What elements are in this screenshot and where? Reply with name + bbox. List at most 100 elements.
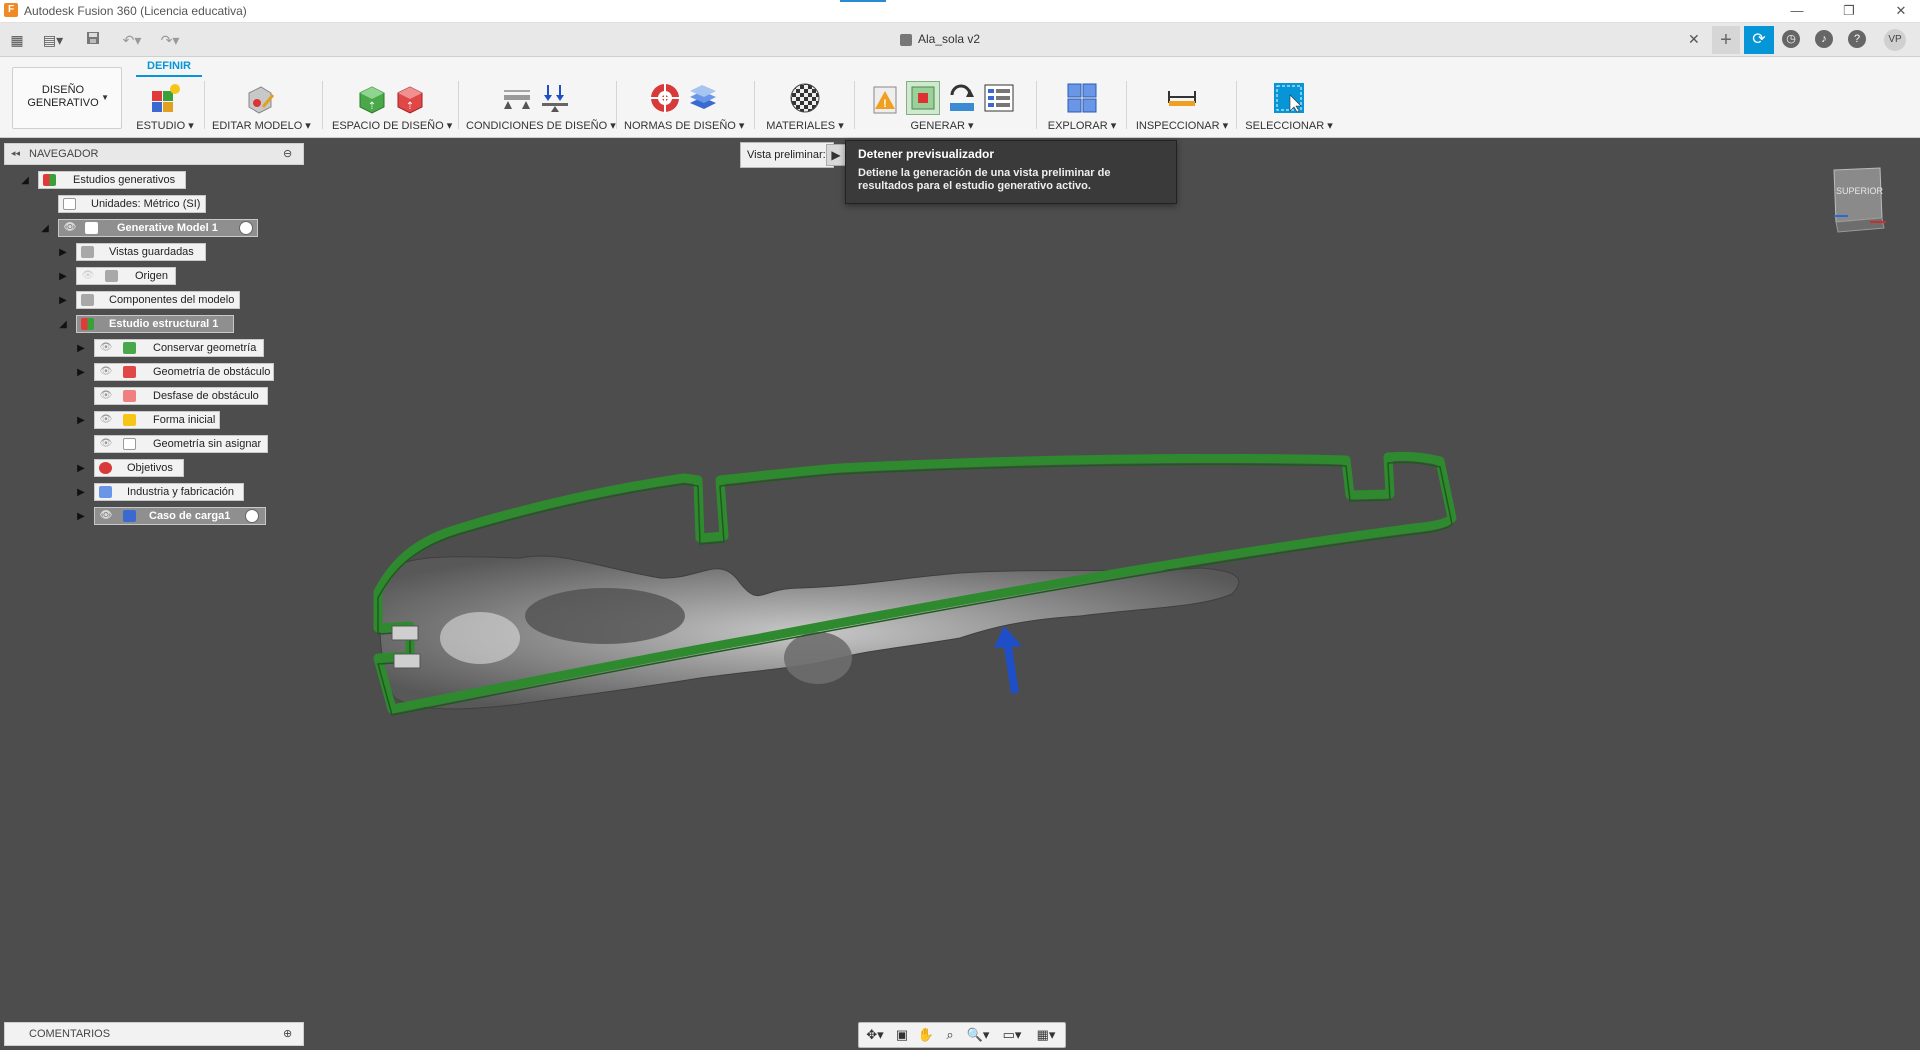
visibility-eye-icon[interactable]: 👁 (99, 414, 113, 426)
visibility-eye-icon[interactable]: 👁 (99, 510, 113, 522)
file-menu-button[interactable]: ▤▾ (36, 29, 70, 51)
tree-item-vistas-guardadas[interactable]: Vistas guardadas (76, 243, 206, 261)
expand-triangle-icon[interactable]: ▶ (58, 296, 68, 306)
display-settings-icon[interactable]: ▭▾ (997, 1026, 1027, 1044)
objectives-target-icon[interactable] (648, 81, 682, 115)
cloud-sync-icon[interactable]: ⟳ (1744, 26, 1774, 54)
grid-settings-icon[interactable]: ▦▾ (1031, 1026, 1061, 1044)
tree-item-origen[interactable]: 👁 Origen (76, 267, 176, 285)
save-icon[interactable] (82, 29, 104, 51)
panel-toggle-icon[interactable]: ⊖ (283, 147, 292, 160)
tree-item-estudio-estructural[interactable]: Estudio estructural 1 (76, 315, 234, 333)
activate-radio-icon[interactable] (239, 221, 253, 235)
undo-button[interactable]: ↶▾ (116, 29, 148, 51)
model-viewport[interactable] (0, 138, 1920, 1018)
preserve-geometry-icon[interactable]: ⇡ (356, 81, 390, 115)
tooltip: Detener previsualizador Detiene la gener… (845, 140, 1177, 204)
tree-item-caso-carga[interactable]: 👁 Caso de carga1 (94, 507, 266, 525)
help-icon[interactable]: ? (1848, 30, 1866, 48)
fit-zoom-icon[interactable]: 🔍▾ (963, 1026, 993, 1044)
new-study-icon[interactable] (148, 81, 182, 115)
visibility-eye-icon[interactable]: 👁 (99, 366, 113, 378)
preview-toggle[interactable]: Vista preliminar: (740, 142, 834, 168)
tab-definir[interactable]: DEFINIR (136, 60, 202, 72)
new-tab-button[interactable]: + (1712, 26, 1740, 54)
viewcube[interactable]: SUPERIOR (1830, 166, 1886, 236)
expand-triangle-icon[interactable]: ▶ (76, 488, 86, 498)
tree-item-industria-fabricacion[interactable]: Industria y fabricación (94, 483, 244, 501)
group-normas-diseno[interactable]: NORMAS DE DISEÑO ▾ (624, 79, 744, 135)
edit-model-icon[interactable] (243, 81, 277, 115)
ribbon-toolbar: DISEÑO GENERATIVO ▼ DEFINIR ESTUDIO ▾ ED… (0, 57, 1920, 138)
add-comment-icon[interactable]: ⊕ (283, 1027, 292, 1040)
workspace-switcher[interactable]: DISEÑO GENERATIVO ▼ (12, 67, 122, 129)
select-cursor-icon[interactable] (1272, 81, 1306, 115)
tree-item-conservar-geometria[interactable]: 👁 Conservar geometría (94, 339, 264, 357)
pan-hand-icon[interactable]: ✋ (915, 1026, 937, 1044)
collapse-panel-icon[interactable]: ◂◂ (11, 148, 20, 159)
close-tab-button[interactable]: ✕ (1688, 31, 1700, 48)
minimize-button[interactable]: — (1782, 2, 1812, 20)
tree-item-unidades[interactable]: Unidades: Métrico (SI) (58, 195, 206, 213)
collapse-triangle-icon[interactable]: ◢ (20, 176, 30, 186)
precheck-warning-icon[interactable]: ! (868, 81, 902, 115)
tree-item-generative-model[interactable]: 👁 Generative Model 1 (58, 219, 258, 237)
preview-play-button[interactable]: ▶ (826, 144, 846, 166)
data-panel-grid-icon[interactable]: ▦ (6, 29, 28, 51)
group-estudio[interactable]: ESTUDIO ▾ (132, 79, 198, 135)
materials-sphere-icon[interactable] (788, 81, 822, 115)
obstacle-geometry-icon[interactable]: ⇡ (394, 81, 428, 115)
visibility-eye-icon[interactable]: 👁 (99, 390, 113, 402)
visibility-eye-icon[interactable]: 👁 (99, 438, 113, 450)
job-status-icon[interactable]: ◷ (1782, 30, 1800, 48)
stop-previewer-icon[interactable] (906, 81, 940, 115)
study-list-icon[interactable] (982, 81, 1016, 115)
comments-panel[interactable]: COMENTARIOS ⊕ (4, 1022, 304, 1046)
structural-load-icon[interactable] (538, 81, 572, 115)
group-editar-modelo[interactable]: EDITAR MODELO ▾ (212, 79, 311, 135)
preserve-geometry-icon (123, 342, 136, 354)
expand-triangle-icon[interactable]: ▶ (58, 272, 68, 282)
group-seleccionar[interactable]: SELECCIONAR ▾ (1244, 79, 1334, 135)
orbit-icon[interactable]: ✥▾ (861, 1026, 889, 1044)
explore-results-grid-icon[interactable] (1065, 81, 1099, 115)
group-inspeccionar[interactable]: INSPECCIONAR ▾ (1134, 79, 1230, 135)
tree-item-geometria-sin-asignar[interactable]: 👁 Geometría sin asignar (94, 435, 268, 453)
structural-constraint-icon[interactable] (500, 81, 534, 115)
expand-triangle-icon[interactable]: ▶ (76, 344, 86, 354)
close-window-button[interactable]: ✕ (1886, 2, 1916, 20)
group-condiciones-diseno[interactable]: CONDICIONES DE DISEÑO ▾ (466, 79, 616, 135)
group-materiales[interactable]: MATERIALES ▾ (762, 79, 848, 135)
measure-ruler-icon[interactable] (1165, 81, 1199, 115)
collapse-triangle-icon[interactable]: ◢ (40, 224, 50, 234)
tree-item-objetivos[interactable]: Objetivos (94, 459, 184, 477)
group-generar[interactable]: ! GENERAR ▾ (862, 79, 1022, 135)
collapse-triangle-icon[interactable]: ◢ (58, 320, 68, 330)
tree-item-estudios-generativos[interactable]: Estudios generativos (38, 171, 186, 189)
restore-button[interactable]: ❐ (1834, 2, 1864, 20)
expand-triangle-icon[interactable]: ▶ (58, 248, 68, 258)
group-explorar[interactable]: EXPLORAR ▾ (1044, 79, 1120, 135)
tree-item-componentes[interactable]: Componentes del modelo (76, 291, 240, 309)
zoom-icon[interactable]: ⌕ (939, 1026, 961, 1044)
group-espacio-diseno[interactable]: ⇡ ⇡ ESPACIO DE DISEÑO ▾ (332, 79, 452, 135)
document-tab[interactable]: Ala_sola v2 (900, 32, 980, 46)
expand-triangle-icon[interactable]: ▶ (76, 512, 86, 522)
expand-triangle-icon[interactable]: ▶ (76, 368, 86, 378)
activate-radio-icon[interactable] (245, 509, 259, 523)
user-avatar[interactable]: VP (1884, 29, 1906, 51)
tree-item-forma-inicial[interactable]: 👁 Forma inicial (94, 411, 220, 429)
look-at-icon[interactable]: ▣ (891, 1026, 913, 1044)
visibility-eye-icon[interactable]: 👁 (99, 342, 113, 354)
redo-button[interactable]: ↷▾ (154, 29, 186, 51)
generate-refresh-icon[interactable] (944, 81, 978, 115)
expand-triangle-icon[interactable]: ▶ (76, 464, 86, 474)
navigator-header[interactable]: ◂◂ NAVEGADOR ⊖ (4, 143, 304, 165)
manufacturing-layers-icon[interactable] (686, 81, 720, 115)
visibility-eye-icon[interactable]: 👁 (63, 222, 77, 234)
tree-item-desfase-obstaculo[interactable]: 👁 Desfase de obstáculo (94, 387, 268, 405)
tree-item-geometria-obstaculo[interactable]: 👁 Geometría de obstáculo (94, 363, 274, 381)
hidden-eye-icon[interactable]: 👁 (81, 270, 95, 282)
expand-triangle-icon[interactable]: ▶ (76, 416, 86, 426)
notifications-bell-icon[interactable]: ♪ (1815, 30, 1833, 48)
